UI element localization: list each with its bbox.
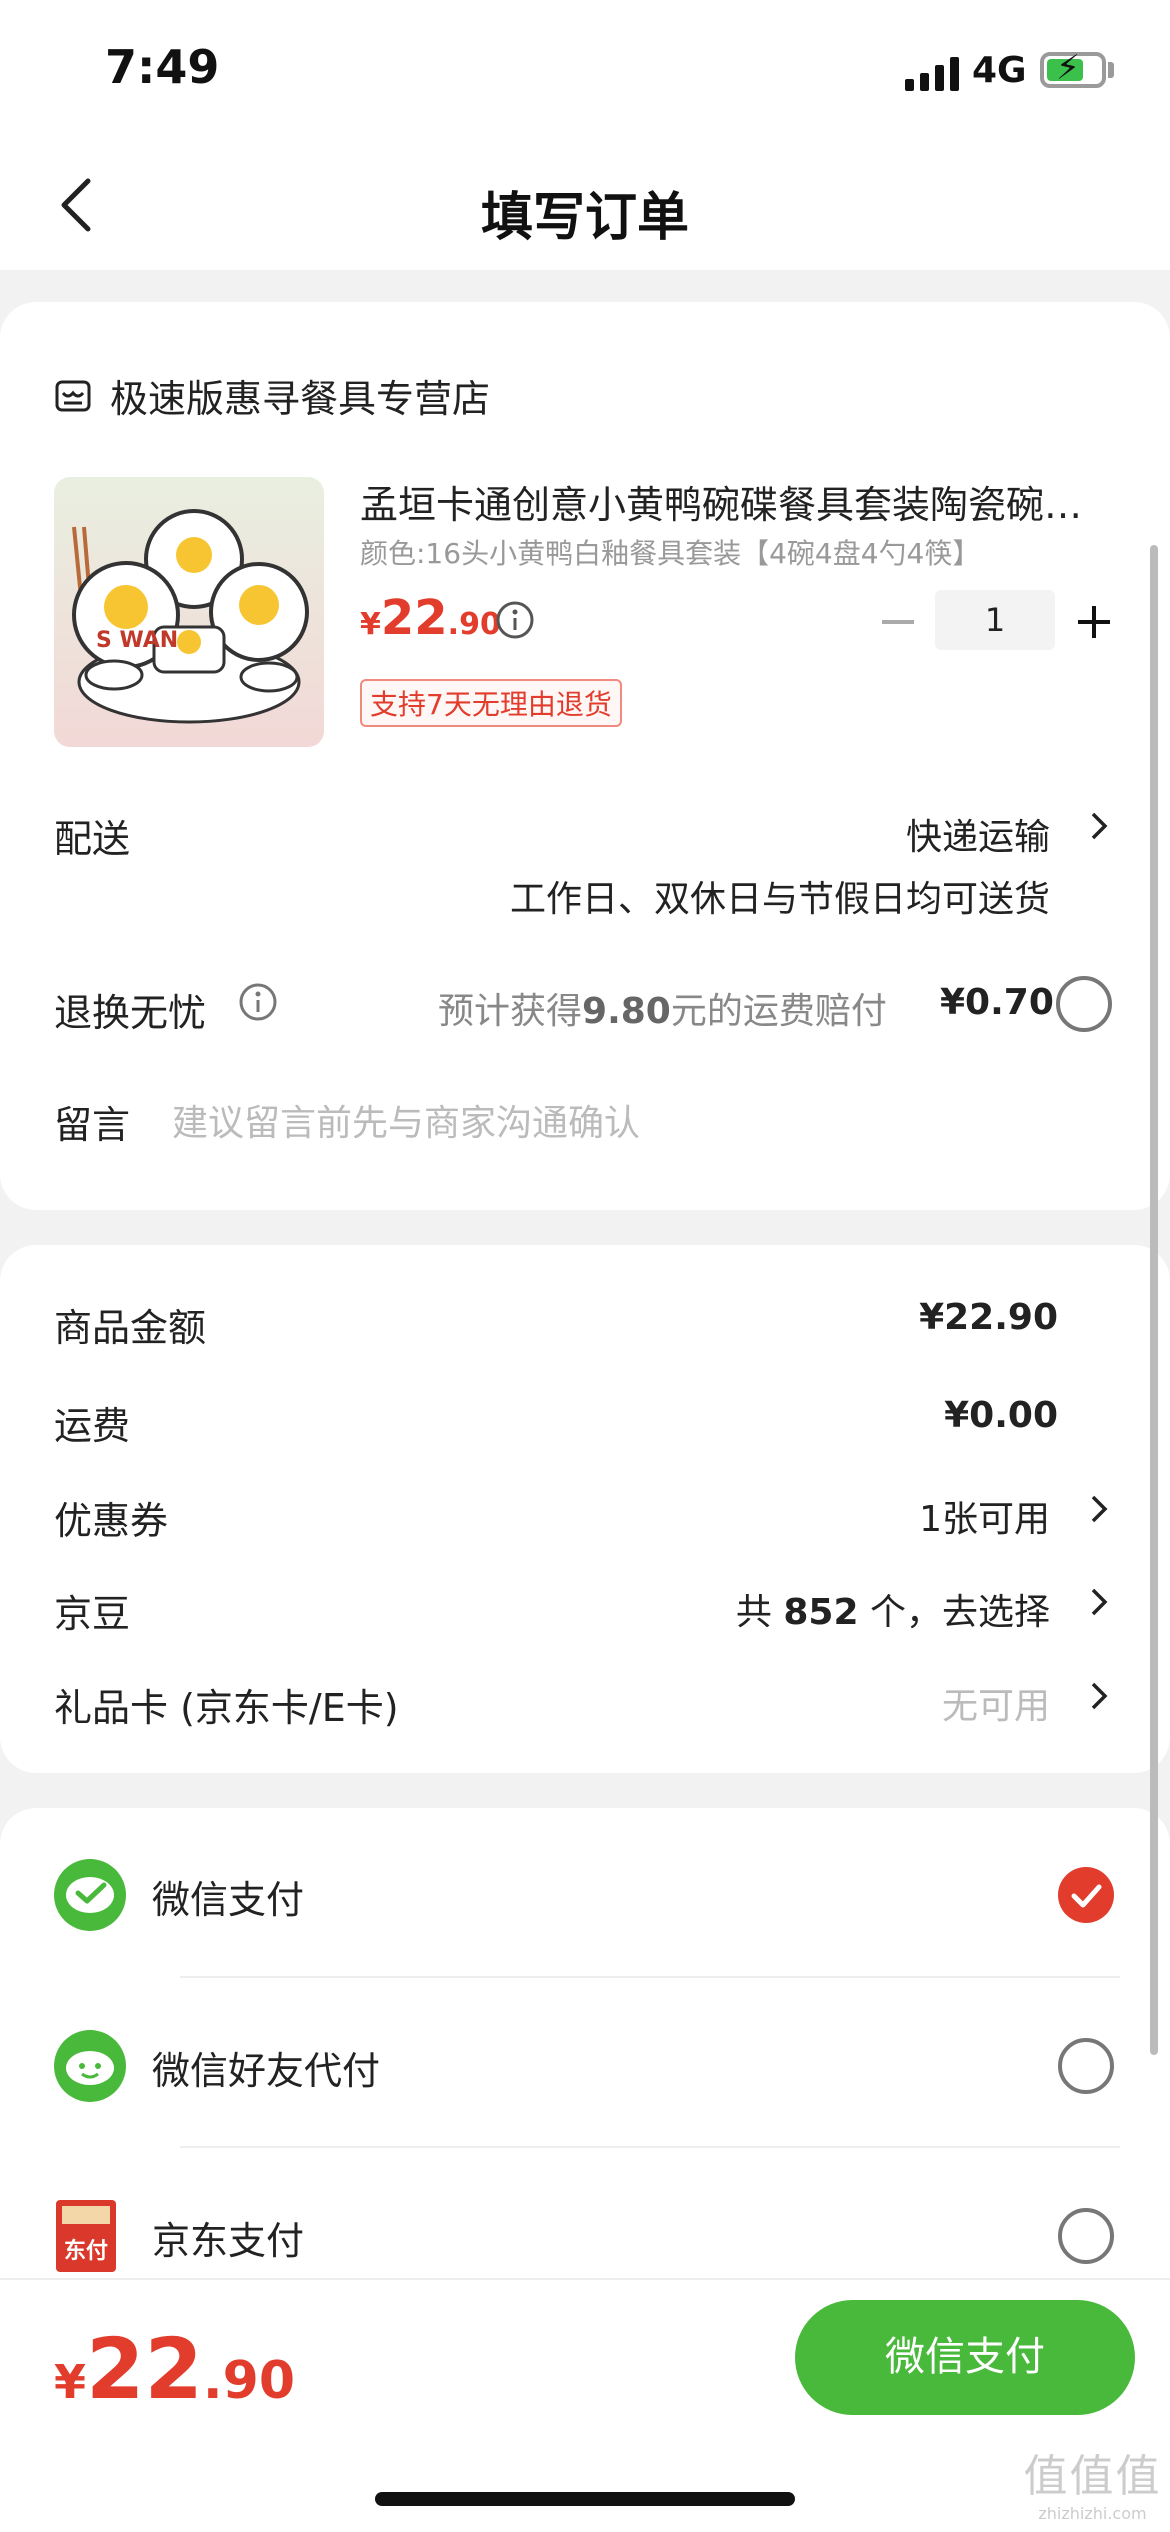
checkout-footer: ¥22.90 微信支付 值值值 zhizhizhi.com	[0, 2278, 1170, 2532]
price-info-icon[interactable]	[495, 600, 535, 640]
product-title[interactable]: 孟垣卡通创意小黄鸭碗碟餐具套装陶瓷碗…	[360, 474, 1120, 529]
battery-tip	[1108, 62, 1114, 78]
selected-check-icon[interactable]	[1058, 1867, 1114, 1923]
worry-free-radio[interactable]	[1056, 976, 1112, 1032]
chevron-right-icon[interactable]	[1088, 1680, 1110, 1712]
delivery-label: 配送	[54, 817, 131, 861]
chevron-right-icon[interactable]	[1088, 1586, 1110, 1618]
coupon-label: 优惠券	[54, 1499, 169, 1543]
status-bar: 7:49 4G ⚡	[0, 0, 1170, 140]
quantity-decrease-button[interactable]	[880, 604, 916, 640]
message-input[interactable]: 建议留言前先与商家沟通确认	[172, 1094, 640, 1146]
shipping-value: ¥0.00	[944, 1395, 1058, 1436]
divider	[180, 1976, 1120, 1978]
worry-free-description: 预计获得9.80元的运费赔付	[438, 991, 887, 1032]
store-header[interactable]: 极速版惠寻餐具专营店	[54, 368, 490, 423]
payment-radio[interactable]	[1058, 2038, 1114, 2094]
wechat-pay-icon	[54, 1859, 126, 1931]
delivery-method[interactable]: 快递运输	[906, 808, 1050, 860]
store-icon	[55, 380, 91, 411]
total-price: ¥22.90	[54, 2320, 296, 2418]
payment-option-label: 京东支付	[152, 2219, 305, 2263]
product-price: ¥22.90	[360, 590, 501, 646]
chevron-right-icon[interactable]	[1088, 1493, 1110, 1525]
divider	[180, 2146, 1120, 2148]
nav-bar: 填写订单	[0, 140, 1170, 270]
store-name: 极速版惠寻餐具专营店	[110, 377, 491, 421]
page-title: 填写订单	[480, 188, 689, 248]
payment-option-label: 微信好友代付	[152, 2049, 381, 2093]
network-type: 4G	[972, 50, 1027, 91]
svg-text:东付: 东付	[64, 2238, 108, 2264]
signal-icon	[905, 55, 959, 91]
payment-option-label: 微信支付	[152, 1878, 305, 1922]
message-label: 留言	[54, 1103, 131, 1147]
scrollbar[interactable]	[1150, 545, 1158, 2055]
gift-card-label: 礼品卡 (京东卡/E卡)	[54, 1686, 399, 1730]
gift-card-value[interactable]: 无可用	[942, 1677, 1050, 1729]
quantity-input[interactable]: 1	[935, 590, 1055, 650]
payment-methods-card: 微信支付 微信好友代付 东付 京东支付	[0, 1808, 1170, 2278]
payment-option-jd[interactable]: 东付 京东支付	[54, 2182, 1124, 2282]
price-summary-card: 商品金额 ¥22.90 运费 ¥0.00 优惠券 1张可用 京豆 共 852 个…	[0, 1245, 1170, 1773]
worry-free-price: ¥0.70	[940, 982, 1054, 1023]
jd-beans-value[interactable]: 共 852 个，去选择	[736, 1583, 1050, 1635]
battery-icon: ⚡	[1040, 50, 1106, 88]
watermark: 值值值 zhizhizhi.com	[1023, 2451, 1162, 2523]
goods-amount-value: ¥22.90	[919, 1297, 1058, 1338]
product-spec[interactable]: 颜色:16头小黄鸭白釉餐具套装【4碗4盘4勺4筷】	[360, 532, 1120, 572]
delivery-schedule: 工作日、双休日与节假日均可送货	[509, 879, 1050, 920]
jd-beans-label: 京豆	[54, 1592, 131, 1636]
payment-radio[interactable]	[1058, 2208, 1114, 2264]
return-policy-badge: 支持7天无理由退货	[360, 679, 622, 727]
submit-payment-button[interactable]: 微信支付	[795, 2300, 1135, 2415]
quantity-increase-button[interactable]	[1076, 604, 1112, 640]
home-indicator[interactable]	[375, 2492, 795, 2506]
order-card: 极速版惠寻餐具专营店 S WAN 孟垣卡通创意小黄鸭碗碟餐具套装陶瓷碗… 颜色:…	[0, 302, 1170, 1210]
payment-option-wechat-friend[interactable]: 微信好友代付	[54, 2012, 1124, 2112]
chevron-right-icon[interactable]	[1088, 810, 1110, 842]
goods-amount-label: 商品金额	[54, 1306, 207, 1350]
svg-text:S WAN: S WAN	[96, 628, 178, 653]
worry-free-info-icon[interactable]	[238, 982, 278, 1022]
status-time: 7:49	[105, 40, 220, 94]
product-image[interactable]: S WAN	[54, 477, 324, 747]
payment-option-wechat[interactable]: 微信支付	[54, 1841, 1124, 1941]
worry-free-label: 退换无忧	[54, 991, 207, 1035]
wechat-friend-pay-icon	[54, 2030, 126, 2102]
coupon-value[interactable]: 1张可用	[919, 1490, 1050, 1542]
shipping-label: 运费	[54, 1404, 131, 1448]
jd-pay-icon: 东付	[56, 2200, 116, 2272]
